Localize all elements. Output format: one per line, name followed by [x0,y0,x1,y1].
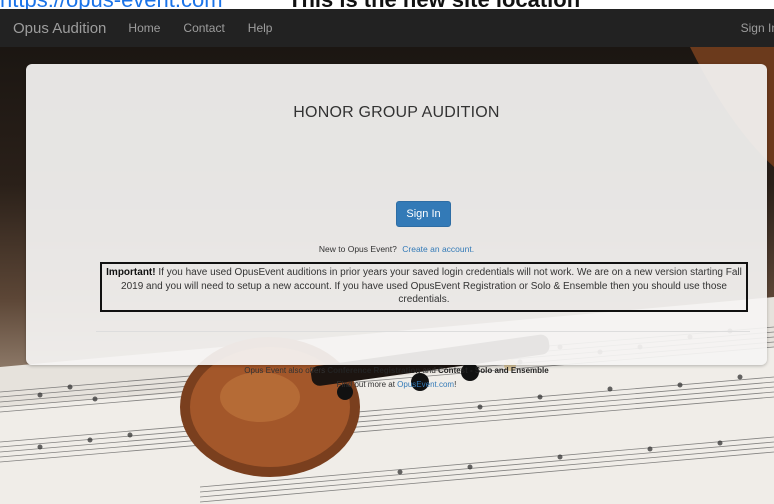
navbar: Opus Audition Home Contact Help Sign In [0,9,774,47]
offers-contest: Contest - Solo and Ensemble [438,366,549,375]
new-account-prompt: New to Opus Event? Create an account. [26,244,767,254]
sign-in-button[interactable]: Sign In [396,201,451,227]
divider [96,331,750,332]
banner-notice: This is the new site location [288,0,580,9]
offers-line: Opus Event also offers Conference Regist… [26,364,767,378]
create-account-link[interactable]: Create an account. [402,244,474,254]
new-account-label: New to Opus Event? [318,244,397,254]
offers-section: Opus Event also offers Conference Regist… [26,364,767,392]
nav-home[interactable]: Home [128,21,160,35]
offers-and: and [420,366,439,375]
important-label: Important! [106,267,156,278]
nav-help[interactable]: Help [248,21,273,35]
nav-sign-in[interactable]: Sign In [741,21,774,35]
offers-prefix: Opus Event also offers [244,366,328,375]
login-card: HONOR GROUP AUDITION Sign In New to Opus… [26,64,767,389]
important-text: If you have used OpusEvent auditions in … [121,267,742,305]
site-link[interactable]: https://opus-event.com [0,0,223,9]
nav-contact[interactable]: Contact [183,21,224,35]
top-banner-text: https://opus-event.com This is the new s… [0,0,774,9]
find-more-prefix: Find out more at [336,380,398,389]
page-title: HONOR GROUP AUDITION [293,104,500,121]
find-more-suffix: ! [454,380,457,389]
offers-conference: Conference Registration [327,366,421,375]
brand-logo-text[interactable]: Opus Audition [13,20,106,37]
find-more-line: Find out more at OpusEvent.com! [26,378,767,392]
opusevent-link[interactable]: OpusEvent.com [397,380,454,389]
important-notice: Important! If you have used OpusEvent au… [100,262,748,312]
